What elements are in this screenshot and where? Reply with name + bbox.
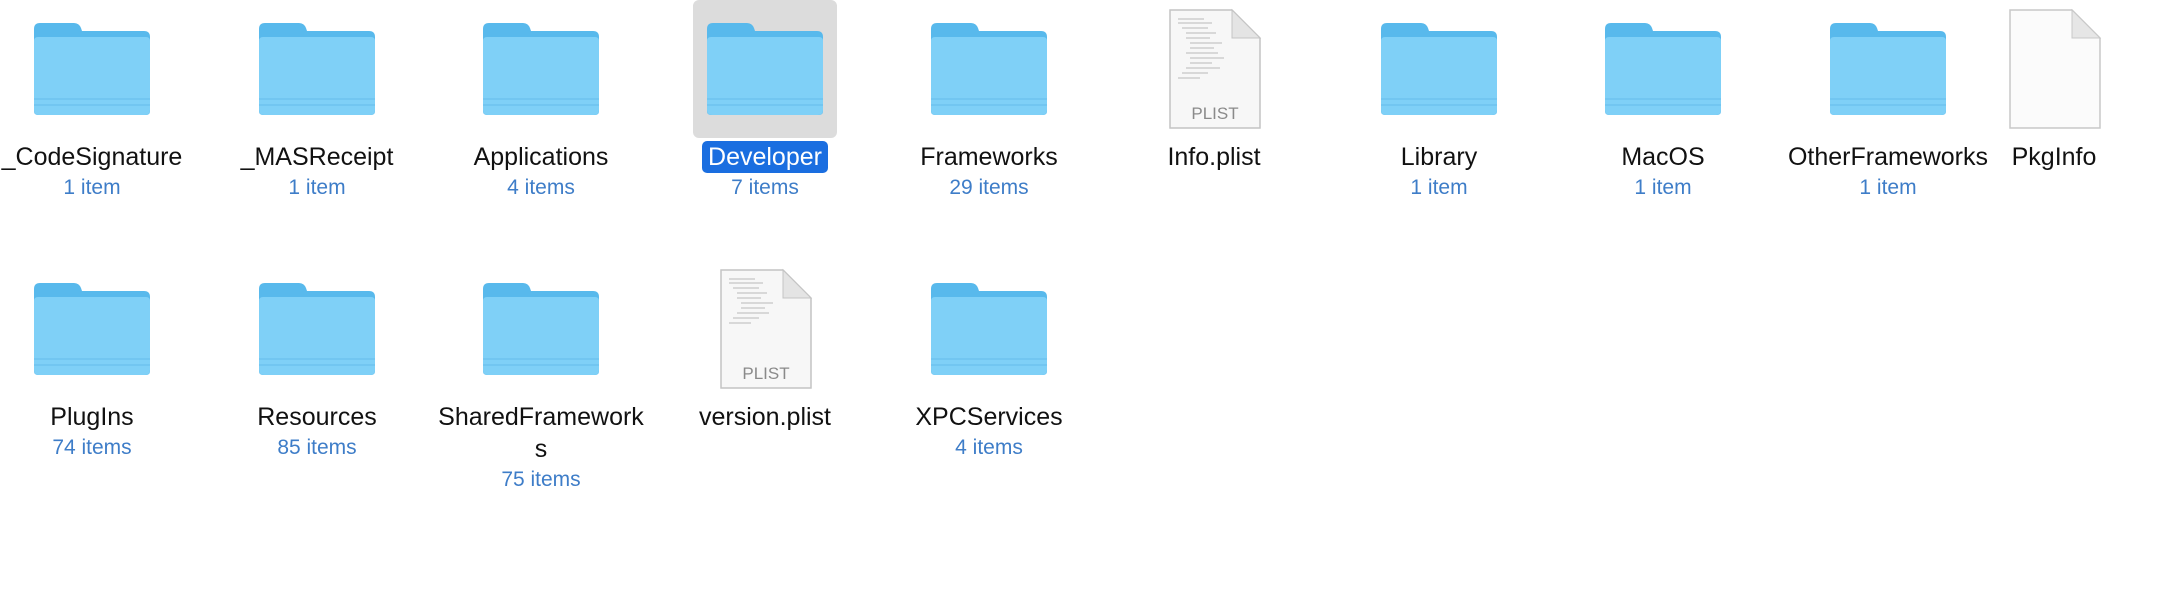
folder-icon [245, 0, 389, 138]
plist-badge: PLIST [1191, 104, 1238, 123]
folder-item-macos[interactable]: MacOS 1 item [1551, 0, 1775, 202]
blank-document-icon [1982, 0, 2126, 138]
folder-icon [469, 0, 613, 138]
item-count: 75 items [501, 468, 581, 491]
item-name: _CodeSignature [1, 143, 183, 171]
item-name: Resources [257, 403, 377, 431]
item-name: Developer [702, 141, 828, 173]
item-name: _MASReceipt [240, 143, 394, 171]
folder-icon [917, 260, 1061, 398]
folder-icon [1367, 0, 1511, 138]
folder-icon [245, 260, 389, 398]
item-count: 1 item [288, 176, 346, 199]
folder-icon [469, 260, 613, 398]
folder-item-xpcservices[interactable]: XPCServices 4 items [877, 260, 1101, 462]
file-item-version-plist[interactable]: PLIST version.plist [653, 260, 877, 434]
folder-item-developer[interactable]: Developer 7 items [653, 0, 877, 202]
folder-item-codesignature[interactable]: _CodeSignature 1 item [0, 0, 204, 202]
folder-item-masreceipt[interactable]: _MASReceipt 1 item [205, 0, 429, 202]
item-count: 4 items [507, 176, 575, 199]
item-name: MacOS [1621, 143, 1705, 171]
item-name: version.plist [699, 403, 831, 431]
item-name: PkgInfo [2011, 143, 2097, 171]
folder-icon [917, 0, 1061, 138]
item-count: 1 item [63, 176, 121, 199]
item-name: Applications [473, 143, 609, 171]
folder-item-resources[interactable]: Resources 85 items [205, 260, 429, 462]
item-name: SharedFrameworks [438, 403, 644, 463]
plist-badge: PLIST [742, 364, 789, 383]
plist-document-icon: PLIST [1142, 0, 1286, 138]
file-icon-grid: _CodeSignature 1 item _MASReceipt 1 item… [0, 0, 2166, 606]
item-name: Info.plist [1167, 143, 1261, 171]
item-count: 1 item [1410, 176, 1468, 199]
folder-icon [20, 0, 164, 138]
item-name: Frameworks [920, 143, 1058, 171]
folder-item-frameworks[interactable]: Frameworks 29 items [877, 0, 1101, 202]
item-name: PlugIns [50, 403, 134, 431]
folder-item-sharedframeworks[interactable]: SharedFrameworks 75 items [429, 260, 653, 494]
item-count: 1 item [1859, 176, 1917, 199]
item-count: 29 items [949, 176, 1029, 199]
file-item-info-plist[interactable]: PLIST Info.plist [1102, 0, 1326, 174]
item-count: 74 items [52, 436, 132, 459]
item-name: XPCServices [915, 403, 1063, 431]
folder-item-applications[interactable]: Applications 4 items [429, 0, 653, 202]
plist-document-icon: PLIST [693, 260, 837, 398]
folder-icon [20, 260, 164, 398]
folder-item-plugins[interactable]: PlugIns 74 items [0, 260, 204, 462]
item-count: 7 items [731, 176, 799, 199]
item-count: 85 items [277, 436, 357, 459]
item-name: Library [1400, 143, 1478, 171]
item-count: 4 items [955, 436, 1023, 459]
folder-icon [693, 0, 837, 138]
folder-item-library[interactable]: Library 1 item [1327, 0, 1551, 202]
folder-icon [1816, 0, 1960, 138]
item-count: 1 item [1634, 176, 1692, 199]
file-item-pkginfo[interactable]: PkgInfo [1942, 0, 2166, 174]
folder-icon [1591, 0, 1735, 138]
